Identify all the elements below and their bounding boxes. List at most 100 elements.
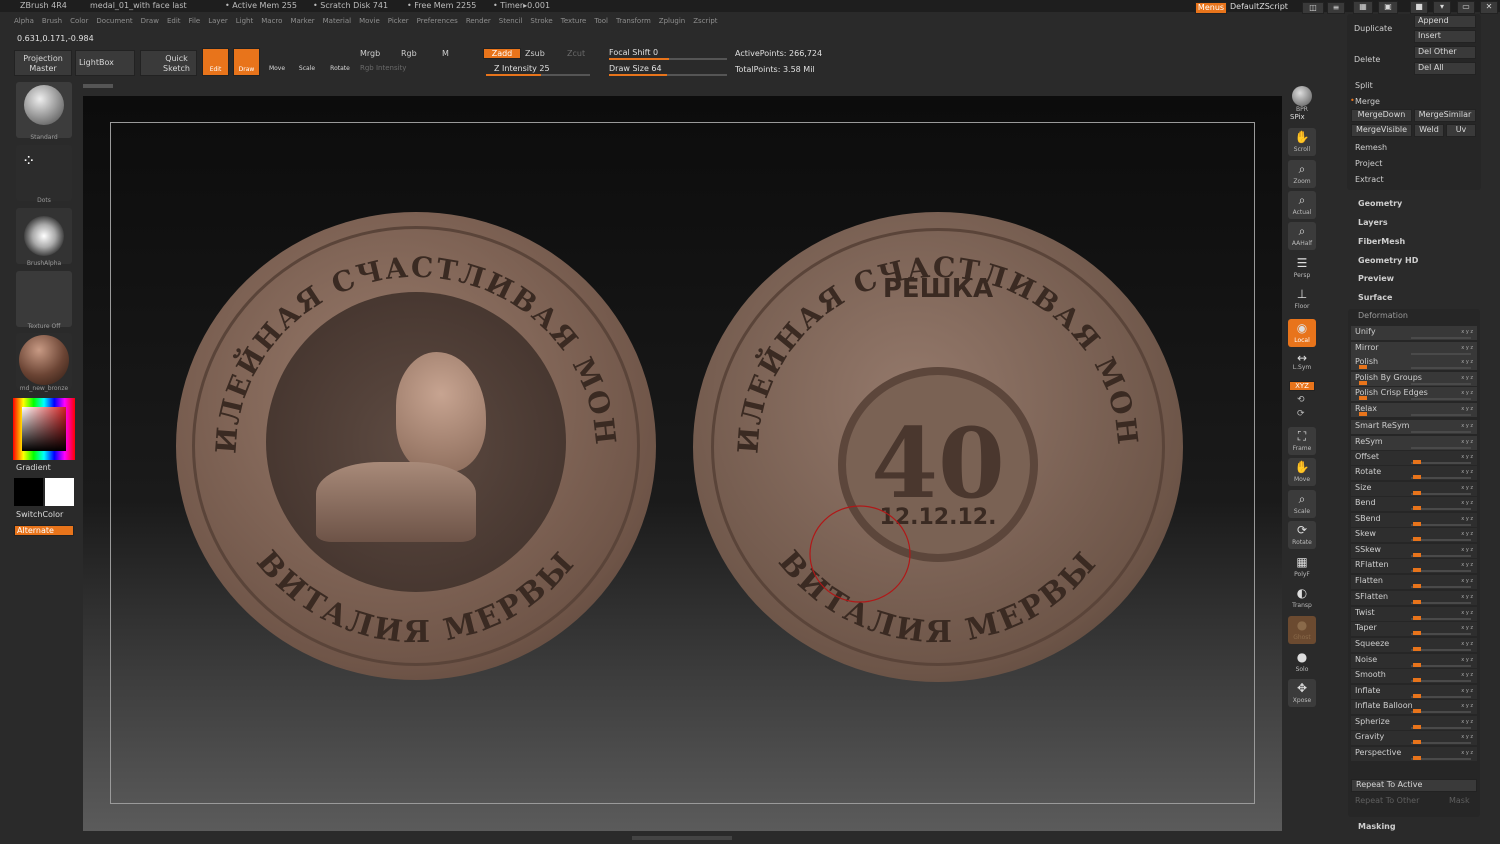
rgb-intensity-slider[interactable]: Rgb Intensity	[360, 64, 406, 72]
axis-toggle-icon[interactable]: x y z	[1461, 342, 1473, 354]
lightbox-button[interactable]: LightBox	[75, 50, 135, 76]
deformation-slider[interactable]: SFlatten x y z	[1351, 591, 1477, 605]
solo-button[interactable]: ● Solo	[1288, 648, 1316, 676]
axis-toggle-icon[interactable]: x y z	[1461, 591, 1473, 603]
deformation-slider[interactable]: Relax x y z	[1351, 403, 1477, 417]
deformation-slider[interactable]: Squeeze x y z	[1351, 638, 1477, 652]
insert-button[interactable]: Insert	[1414, 30, 1476, 43]
secondary-color-swatch[interactable]	[14, 478, 43, 506]
axis-toggle-icon[interactable]: x y z	[1461, 356, 1473, 368]
menu-item[interactable]: Zscript	[693, 17, 717, 25]
axis-toggle-icon[interactable]: x y z	[1461, 513, 1473, 525]
deformation-slider[interactable]: Taper x y z	[1351, 622, 1477, 636]
m-button[interactable]: M	[442, 49, 449, 58]
gradient-label[interactable]: Gradient	[16, 463, 51, 472]
merge-similar-button[interactable]: MergeSimilar	[1414, 109, 1476, 122]
rotate-view-button[interactable]: ⟳ Rotate	[1288, 521, 1316, 549]
actual-button[interactable]: ⌕ Actual	[1288, 191, 1316, 219]
slider-knob[interactable]	[1413, 647, 1421, 651]
deformation-slider[interactable]: Skew x y z	[1351, 528, 1477, 542]
menu-item[interactable]: Zplugin	[659, 17, 685, 25]
slider-knob[interactable]	[1413, 663, 1421, 667]
slider-knob[interactable]	[1413, 725, 1421, 729]
axis-toggle-icon[interactable]: x y z	[1461, 716, 1473, 728]
project-button[interactable]: Project	[1355, 159, 1382, 168]
slider-knob[interactable]	[1359, 396, 1367, 400]
zcut-button[interactable]: Zcut	[567, 49, 585, 58]
deformation-slider[interactable]: Bend x y z	[1351, 497, 1477, 511]
masking-section[interactable]: Masking	[1358, 822, 1396, 831]
axis-toggle-icon[interactable]: x y z	[1461, 747, 1473, 759]
axis-toggle-icon[interactable]: x y z	[1461, 544, 1473, 556]
move-view-button[interactable]: ✋ Move	[1288, 458, 1316, 486]
layers-section[interactable]: Layers	[1358, 218, 1388, 227]
draw-size-slider[interactable]: Draw Size 64	[609, 64, 662, 73]
axis-toggle-icon[interactable]: x y z	[1461, 466, 1473, 478]
medal-obverse[interactable]: ЮБИЛЕЙНАЯ СЧАСТЛИВАЯ МОНЕТА ВИТАЛИЯ МЕРВ…	[176, 212, 656, 680]
brush-thumbnail[interactable]: Standard	[16, 82, 72, 141]
close-icon[interactable]: ✕	[1480, 1, 1498, 14]
deformation-slider[interactable]: Polish Crisp Edges x y z	[1351, 387, 1477, 401]
deformation-slider[interactable]: SSkew x y z	[1351, 544, 1477, 558]
menu-item[interactable]: Stroke	[530, 17, 552, 25]
menus-button[interactable]: Menus	[1195, 2, 1227, 14]
preview-section[interactable]: Preview	[1358, 274, 1394, 283]
material-thumbnail[interactable]: md_new_bronze	[16, 333, 72, 392]
slider-knob[interactable]	[1359, 412, 1367, 416]
menu-item[interactable]: Render	[466, 17, 491, 25]
surface-section[interactable]: Surface	[1358, 293, 1392, 302]
minimize-icon[interactable]: ▾	[1433, 1, 1451, 14]
fibermesh-section[interactable]: FiberMesh	[1358, 237, 1405, 246]
del-other-button[interactable]: Del Other	[1414, 46, 1476, 59]
extract-button[interactable]: Extract	[1355, 175, 1384, 184]
menu-item[interactable]: Marker	[290, 17, 314, 25]
mrgb-button[interactable]: Mrgb	[360, 49, 380, 58]
deformation-slider[interactable]: Unify x y z	[1351, 326, 1477, 340]
alternate-button[interactable]: Alternate	[14, 525, 74, 536]
axis-toggle-icon[interactable]: x y z	[1461, 607, 1473, 619]
deformation-slider[interactable]: Mirror x y z	[1351, 342, 1477, 356]
delete-button[interactable]: Delete	[1354, 55, 1380, 64]
deformation-slider[interactable]: Inflate x y z	[1351, 685, 1477, 699]
draw-button[interactable]: Draw	[233, 48, 260, 76]
axis-toggle-icon[interactable]: x y z	[1461, 326, 1473, 338]
menu-item[interactable]: Alpha	[14, 17, 34, 25]
menu-item[interactable]: Draw	[141, 17, 159, 25]
polyf-button[interactable]: ▦ PolyF	[1288, 553, 1316, 581]
geometry-section[interactable]: Geometry	[1358, 199, 1402, 208]
aahalf-button[interactable]: ⌕ AAHalf	[1288, 222, 1316, 250]
duplicate-button[interactable]: Duplicate	[1354, 24, 1392, 33]
deformation-slider[interactable]: Perspective x y z	[1351, 747, 1477, 761]
slider-knob[interactable]	[1413, 584, 1421, 588]
scroll-button[interactable]: ✋ Scroll	[1288, 128, 1316, 156]
bottom-tray-handle[interactable]	[632, 836, 732, 840]
spix-slider[interactable]: SPix	[1290, 113, 1305, 121]
weld-button[interactable]: Weld	[1414, 124, 1444, 137]
slider-knob[interactable]	[1413, 678, 1421, 682]
axis-toggle-icon[interactable]: x y z	[1461, 451, 1473, 463]
axis-toggle-icon[interactable]: x y z	[1461, 528, 1473, 540]
axis-toggle-icon[interactable]: x y z	[1461, 731, 1473, 743]
zadd-button[interactable]: Zadd	[483, 48, 521, 59]
slider-knob[interactable]	[1413, 522, 1421, 526]
merge-visible-button[interactable]: MergeVisible	[1351, 124, 1412, 137]
deformation-slider[interactable]: Flatten x y z	[1351, 575, 1477, 589]
deformation-slider[interactable]: Gravity x y z	[1351, 731, 1477, 745]
switch-color-button[interactable]: SwitchColor	[16, 510, 63, 519]
focal-shift-slider[interactable]: Focal Shift 0	[609, 48, 658, 57]
rotate-axis-icon[interactable]: ⟲	[1297, 395, 1305, 405]
xpose-button[interactable]: ✥ Xpose	[1288, 679, 1316, 707]
medal-reverse[interactable]: ЮБИЛЕЙНАЯ СЧАСТЛИВАЯ МОНЕТА ВИТАЛИЯ МЕРВ…	[693, 212, 1183, 682]
geometry-hd-section[interactable]: Geometry HD	[1358, 256, 1418, 265]
deformation-header[interactable]: Deformation	[1358, 311, 1408, 320]
axis-toggle-icon[interactable]: x y z	[1461, 436, 1473, 448]
slider-knob[interactable]	[1413, 631, 1421, 635]
ghost-button[interactable]: ● Ghost	[1288, 616, 1316, 644]
window-icon[interactable]: ▣	[1378, 1, 1398, 14]
slider-knob[interactable]	[1413, 616, 1421, 620]
axis-toggle-icon[interactable]: x y z	[1461, 700, 1473, 712]
deformation-slider[interactable]: Size x y z	[1351, 482, 1477, 496]
deformation-slider[interactable]: Noise x y z	[1351, 654, 1477, 668]
slider-knob[interactable]	[1413, 460, 1421, 464]
alpha-thumbnail[interactable]: BrushAlpha	[16, 208, 72, 267]
